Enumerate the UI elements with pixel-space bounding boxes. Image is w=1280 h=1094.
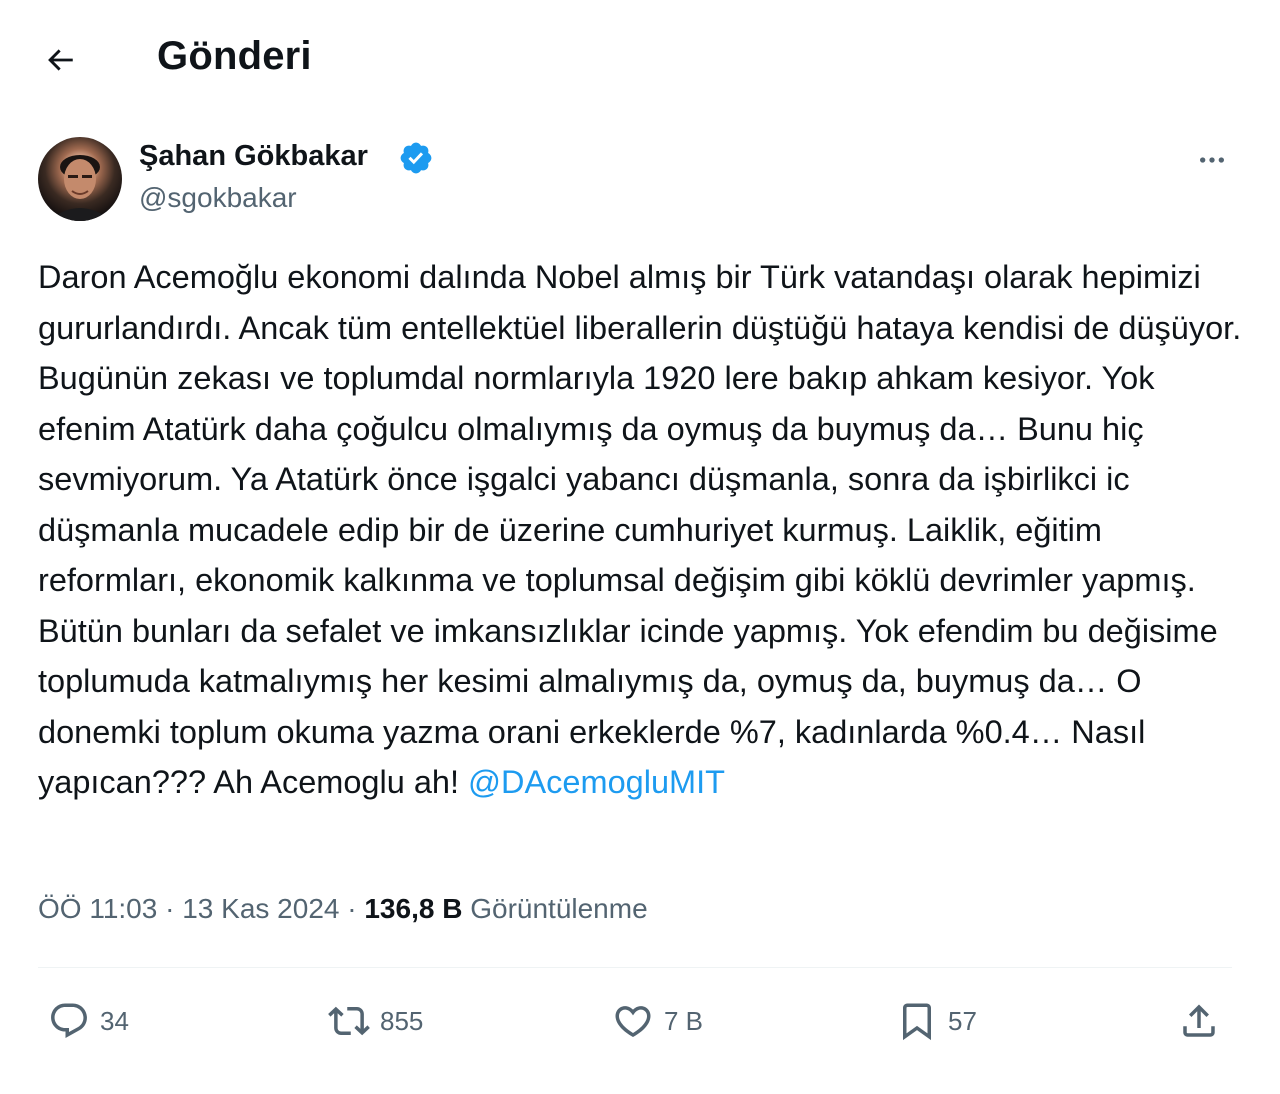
verified-badge-icon [400,142,432,174]
more-options-button[interactable] [1188,140,1236,180]
meta-separator: · [347,893,357,924]
tweet-meta: ÖÖ 11:03 · 13 Kas 2024 · 136,8 B Görüntü… [38,893,648,925]
tweet-date[interactable]: 13 Kas 2024 [182,893,339,924]
share-button[interactable] [1178,996,1220,1046]
avatar[interactable] [38,137,122,221]
more-horizontal-icon [1200,157,1224,163]
top-bar: Gönderi [0,0,1280,110]
reply-count: 34 [100,1005,129,1036]
page-title: Gönderi [157,34,312,78]
share-icon [1183,1004,1215,1037]
tweet-time[interactable]: ÖÖ 11:03 [38,893,157,924]
views-count: 136,8 B [364,893,463,924]
mention-link[interactable]: @DAcemogluMIT [468,764,725,800]
bookmark-icon [903,1003,931,1041]
like-count: 7 B [664,1005,704,1036]
arrow-left-icon [48,49,73,71]
tweet-text: Daron Acemoğlu ekonomi dalında Nobel alm… [38,252,1243,808]
author-name[interactable]: Şahan Gökbakar [139,140,368,173]
author-handle[interactable]: @sgokbakar [139,182,297,214]
repost-count: 855 [380,1005,424,1036]
repost-icon [328,1006,370,1036]
meta-separator: · [165,893,175,924]
avatar-image [48,155,112,221]
repost-button[interactable]: 855 [328,996,423,1046]
divider [38,967,1232,968]
reply-button[interactable]: 34 [48,996,129,1046]
heart-icon [615,1006,651,1038]
bookmark-count: 57 [948,1005,977,1036]
back-button[interactable] [36,36,84,84]
bookmark-button[interactable]: 57 [896,996,977,1046]
views-label: Görüntülenme [470,893,648,924]
like-button[interactable]: 7 B [612,996,703,1046]
reply-icon [51,1003,87,1038]
tweet-body: Daron Acemoğlu ekonomi dalında Nobel alm… [38,259,1242,800]
